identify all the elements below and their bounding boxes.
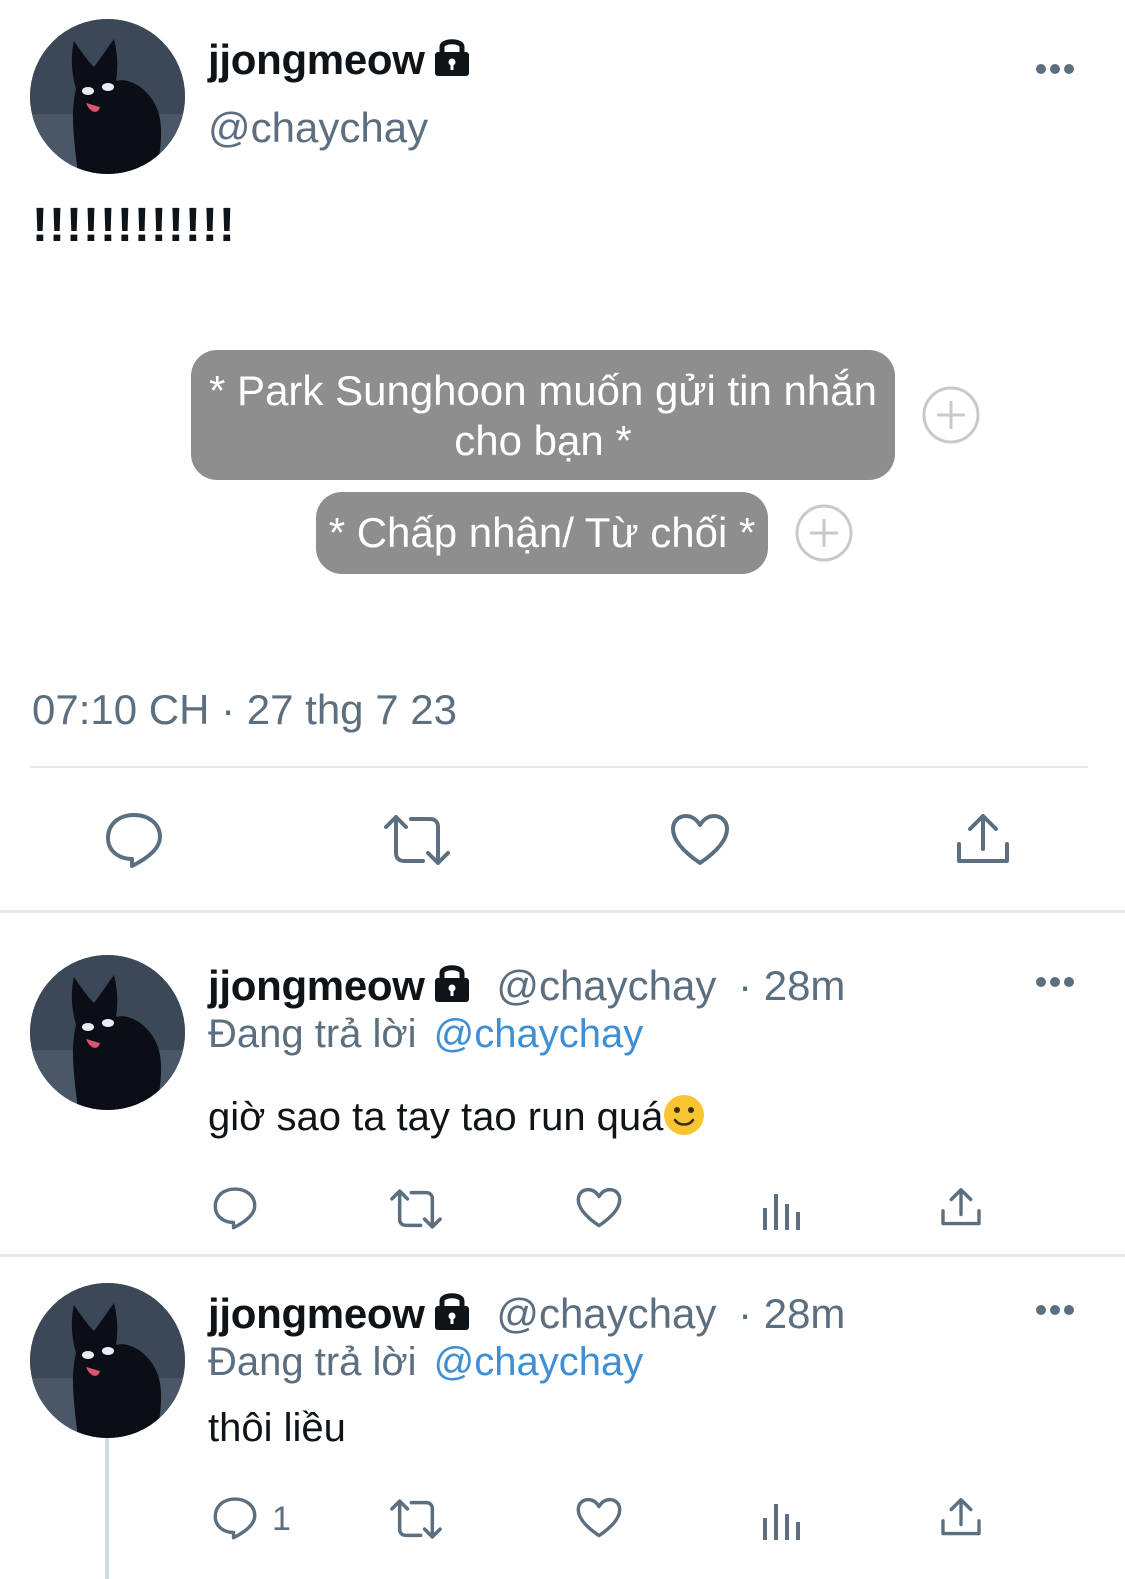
reply-icon[interactable]	[104, 811, 164, 869]
like-icon[interactable]	[670, 813, 730, 867]
replying-prefix: Đang trả lời	[208, 1012, 417, 1056]
replying-to-line: Đang trả lời @chaychay	[208, 1340, 643, 1385]
share-icon[interactable]	[955, 811, 1011, 867]
retweet-icon[interactable]	[389, 1188, 443, 1230]
main-handle[interactable]: @chaychay	[208, 104, 428, 152]
retweet-icon[interactable]	[383, 813, 451, 867]
more-icon[interactable]	[1035, 976, 1075, 988]
reply-icon[interactable]	[212, 1186, 258, 1230]
lock-icon	[433, 962, 471, 1002]
share-icon[interactable]	[940, 1186, 982, 1228]
message-bubble-request: * Park Sunghoon muốn gửi tin nhắn cho bạ…	[191, 350, 895, 480]
reply-text-line: giờ sao ta tay tao run quá	[208, 1094, 705, 1140]
tweet-text: !!!!!!!!!!!!	[32, 199, 236, 252]
reply-count: 1	[272, 1500, 291, 1538]
reply-icon[interactable]	[212, 1496, 258, 1540]
message-bubble-choice: * Chấp nhận/ Từ chối *	[316, 492, 768, 574]
replying-prefix: Đang trả lời	[208, 1340, 417, 1384]
analytics-icon[interactable]	[761, 1500, 801, 1540]
avatar[interactable]	[30, 19, 185, 174]
lock-icon	[433, 1290, 471, 1330]
share-icon[interactable]	[940, 1496, 982, 1538]
replying-to-link[interactable]: @chaychay	[434, 1340, 644, 1384]
analytics-icon[interactable]	[761, 1190, 801, 1230]
handle[interactable]: @chaychay	[496, 1290, 716, 1337]
plus-icon[interactable]	[795, 504, 853, 562]
reply-text: thôi liều	[208, 1406, 346, 1450]
more-icon[interactable]	[1035, 1304, 1075, 1316]
like-icon[interactable]	[576, 1497, 622, 1539]
replying-to-link[interactable]: @chaychay	[434, 1012, 644, 1056]
plus-icon[interactable]	[922, 386, 980, 444]
more-icon[interactable]	[1035, 63, 1075, 75]
thread-connector	[105, 1438, 109, 1579]
reply-header: jjongmeow @chaychay · 28m	[208, 962, 845, 1010]
section-divider	[0, 1254, 1125, 1257]
relative-time[interactable]: · 28m	[738, 1290, 845, 1337]
display-name[interactable]: jjongmeow	[208, 962, 425, 1009]
display-name[interactable]: jjongmeow	[208, 1290, 425, 1337]
like-icon[interactable]	[576, 1187, 622, 1229]
handle[interactable]: @chaychay	[496, 962, 716, 1009]
tweet-timestamp[interactable]: 07:10 CH · 27 thg 7 23	[32, 686, 457, 734]
reply-header: jjongmeow @chaychay · 28m	[208, 1290, 845, 1338]
main-author-name[interactable]: jjongmeow	[208, 36, 471, 84]
lock-icon	[433, 36, 471, 76]
relative-time[interactable]: · 28m	[738, 962, 845, 1009]
avatar[interactable]	[30, 1283, 185, 1438]
replying-to-line: Đang trả lời @chaychay	[208, 1012, 643, 1057]
tweet-thread-page: jjongmeow @chaychay !!!!!!!!!!!! * Park …	[0, 0, 1125, 1579]
smiley-icon	[663, 1094, 705, 1136]
divider	[30, 766, 1088, 768]
avatar[interactable]	[30, 955, 185, 1110]
retweet-icon[interactable]	[389, 1498, 443, 1540]
reply-text: giờ sao ta tay tao run quá	[208, 1095, 664, 1139]
section-divider	[0, 910, 1125, 913]
display-name[interactable]: jjongmeow	[208, 36, 425, 83]
